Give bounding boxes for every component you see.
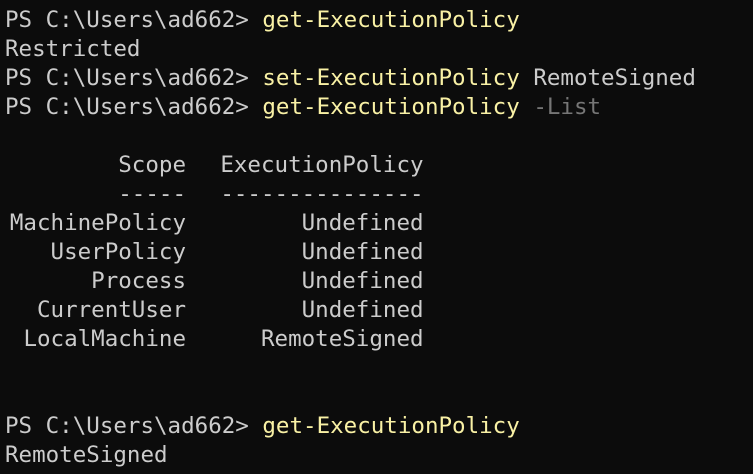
table-row: MachinePolicy Undefined xyxy=(5,209,424,238)
command-name: get-ExecutionPolicy xyxy=(262,7,520,33)
command-argument: RemoteSigned xyxy=(519,65,696,91)
scope-cell: LocalMachine xyxy=(23,326,186,352)
command-line: PS C:\Users\ad662> set-ExecutionPolicy R… xyxy=(5,64,696,93)
scope-cell: CurrentUser xyxy=(36,297,186,323)
separator-policy: --------------- xyxy=(220,181,424,207)
scope-cell: Process xyxy=(91,268,186,294)
prompt: PS C:\Users\ad662> xyxy=(5,94,263,120)
table-row: UserPolicy Undefined xyxy=(5,238,424,267)
policy-cell: Undefined xyxy=(301,268,424,294)
prompt: PS C:\Users\ad662> xyxy=(5,65,263,91)
table-header: Scope ExecutionPolicy xyxy=(5,151,424,180)
table-row: Process Undefined xyxy=(5,267,424,296)
table-separator: ----- --------------- xyxy=(5,180,424,209)
policy-cell: RemoteSigned xyxy=(260,326,424,352)
separator-scope: ----- xyxy=(118,181,186,207)
prompt: PS C:\Users\ad662> xyxy=(5,413,263,439)
prompt: PS C:\Users\ad662> xyxy=(5,7,263,33)
command-name: get-ExecutionPolicy xyxy=(262,94,520,120)
command-line: PS C:\Users\ad662> get-ExecutionPolicy xyxy=(5,412,520,441)
policy-cell: Undefined xyxy=(301,210,424,236)
command-output: RemoteSigned xyxy=(5,442,168,468)
command-name: set-ExecutionPolicy xyxy=(262,65,520,91)
command-line: PS C:\Users\ad662> get-ExecutionPolicy xyxy=(5,6,520,35)
command-name: get-ExecutionPolicy xyxy=(262,413,520,439)
column-header-scope: Scope xyxy=(118,152,186,178)
terminal-window[interactable]: PS C:\Users\ad662> get-ExecutionPolicy R… xyxy=(0,0,753,474)
policy-cell: Undefined xyxy=(301,239,424,265)
command-line: PS C:\Users\ad662> get-ExecutionPolicy -… xyxy=(5,93,601,122)
command-output: Restricted xyxy=(5,36,141,62)
policy-cell: Undefined xyxy=(301,297,424,323)
command-parameter: -List xyxy=(519,94,602,120)
table-row: LocalMachine RemoteSigned xyxy=(5,325,424,354)
scope-cell: MachinePolicy xyxy=(9,210,186,236)
scope-cell: UserPolicy xyxy=(50,239,186,265)
column-header-policy: ExecutionPolicy xyxy=(220,152,424,178)
table-row: CurrentUser Undefined xyxy=(5,296,424,325)
